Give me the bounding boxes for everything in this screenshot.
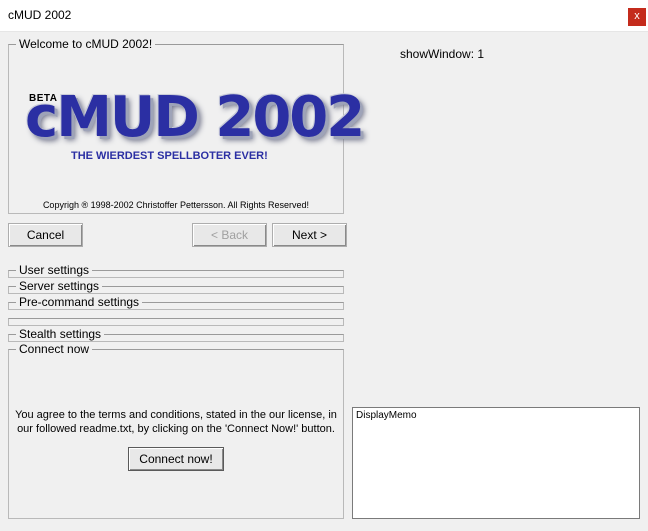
close-button[interactable]: x: [628, 8, 646, 26]
terms-line-2: our followed readme.txt, by clicking on …: [17, 423, 335, 435]
logo-subtitle: THE WIERDEST SPELLBOTER EVER!: [71, 150, 268, 162]
terms-text: You agree to the terms and conditions, s…: [9, 408, 343, 436]
user-settings-group[interactable]: User settings: [8, 263, 344, 278]
stealth-settings-group[interactable]: Stealth settings: [8, 327, 344, 342]
user-settings-label: User settings: [16, 263, 93, 277]
next-button[interactable]: Next >: [272, 223, 347, 247]
logo: cMUD 2002 BETA THE WIERDEST SPELLBOTER E…: [9, 45, 365, 213]
back-button[interactable]: < Back: [192, 223, 267, 247]
logo-title: cMUD 2002: [25, 85, 365, 150]
precommand-settings-group[interactable]: Pre-command settings: [8, 295, 344, 310]
show-window-status: showWindow: 1: [400, 47, 485, 61]
copyright-text: Copyrigh ® 1998-2002 Christoffer Petters…: [42, 200, 310, 210]
cancel-button[interactable]: Cancel: [8, 223, 83, 247]
title-bar: cMUD 2002 x: [0, 0, 648, 32]
terms-line-1: You agree to the terms and conditions, s…: [15, 409, 337, 421]
precommand-settings-label: Pre-command settings: [16, 295, 143, 309]
server-settings-group[interactable]: Server settings: [8, 279, 344, 294]
logo-beta: BETA: [29, 93, 58, 104]
connect-now-label: Connect now: [16, 342, 93, 356]
display-memo[interactable]: DisplayMemo: [352, 407, 640, 519]
server-settings-label: Server settings: [16, 279, 103, 293]
unnamed-settings-group[interactable]: [8, 318, 344, 326]
welcome-group: Welcome to cMUD 2002! cMUD 2002 BETA THE…: [8, 37, 365, 214]
connect-now-group: Connect now You agree to the terms and c…: [8, 342, 344, 519]
stealth-settings-label: Stealth settings: [16, 327, 105, 341]
connect-now-button[interactable]: Connect now!: [128, 447, 224, 471]
window-title: cMUD 2002: [8, 8, 72, 22]
